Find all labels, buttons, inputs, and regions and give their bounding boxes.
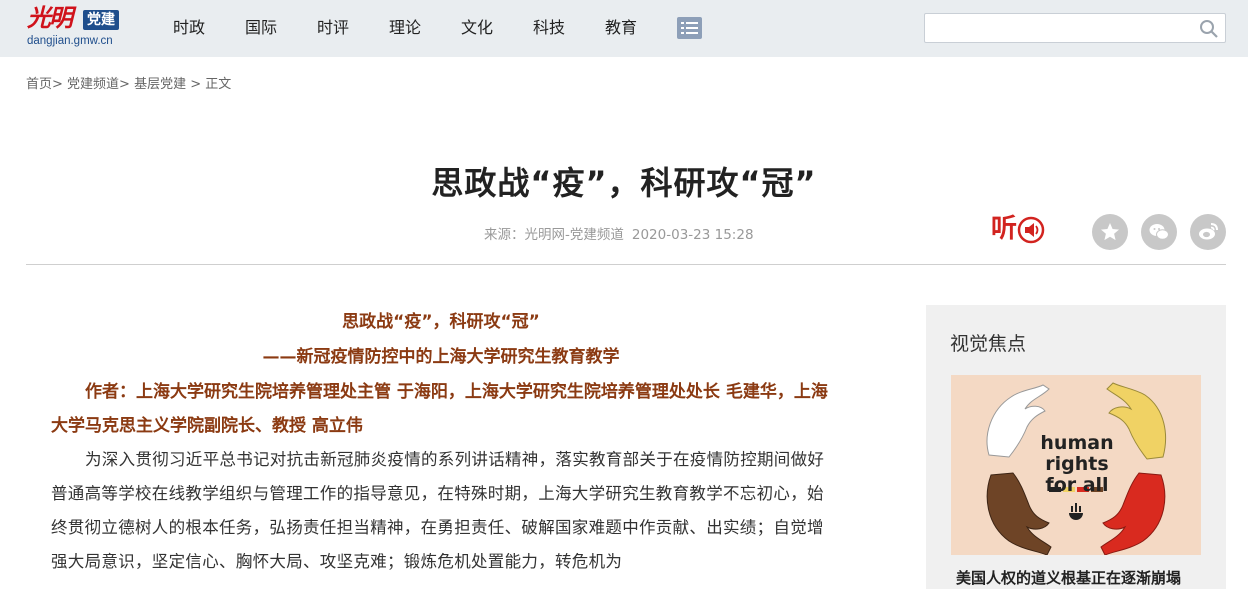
weibo-share-button[interactable] (1190, 214, 1226, 250)
article-meta: 来源：光明网-党建频道 2020-03-23 15:28 (484, 223, 754, 243)
article-subtitle-secondary: ——新冠疫情防控中的上海大学研究生教育教学 (262, 347, 620, 367)
focus-image[interactable]: human rights for all (951, 375, 1201, 555)
speaker-icon (1017, 216, 1045, 244)
weibo-icon (1199, 223, 1218, 240)
article-authors: 作者：上海大学研究生院培养管理处主管 于海阳，上海大学研究生院培养管理处处长 毛… (51, 382, 828, 436)
nav-item-education[interactable]: 教育 (605, 0, 677, 57)
focus-image-text: human rights for all (1037, 433, 1117, 496)
logo-brush-text: 光明 (27, 3, 73, 32)
image-text-line: human (1040, 432, 1114, 454)
nav-item-international[interactable]: 国际 (245, 0, 317, 57)
article-source[interactable]: 来源：光明网-党建频道 (484, 227, 624, 243)
search-input[interactable] (931, 18, 1191, 38)
search-box (924, 13, 1226, 43)
wechat-share-button[interactable] (1141, 214, 1177, 250)
article-paragraph: 为深入贯彻习近平总书记对抗击新冠肺炎疫情的系列讲话精神，落实教育部关于在疫情防控… (51, 450, 825, 571)
breadcrumb: 首页> 党建频道> 基层党建 > 正文 (26, 73, 231, 92)
image-text-line: rights (1045, 453, 1109, 475)
nav-item-politics[interactable]: 时政 (173, 0, 245, 57)
breadcrumb-grassroots[interactable]: 基层党建 (134, 77, 186, 92)
search-icon[interactable] (1199, 19, 1219, 39)
article-body: 思政战“疫”，科研攻“冠” ——新冠疫情防控中的上海大学研究生教育教学 作者：上… (51, 305, 831, 579)
sidebar-title: 视觉焦点 (950, 333, 1027, 355)
nav-item-technology[interactable]: 科技 (533, 0, 605, 57)
logo-domain: dangjian.gmw.cn (27, 35, 113, 47)
breadcrumb-separator: > (190, 77, 202, 92)
share-icon (1101, 223, 1119, 241)
breadcrumb-party-channel[interactable]: 党建频道> (67, 77, 130, 92)
focus-caption-link[interactable]: 美国人权的道义根基正在逐渐崩塌 (956, 567, 1181, 588)
wechat-icon (1149, 224, 1169, 240)
article-title: 思政战“疫”，科研攻“冠” (431, 164, 817, 202)
breadcrumb-current: 正文 (205, 77, 232, 92)
main-nav: 时政 国际 时评 理论 文化 科技 教育 (173, 0, 677, 57)
site-logo[interactable]: 光明 党建 dangjian.gmw.cn (27, 4, 132, 50)
article-date: 2020-03-23 15:28 (631, 227, 754, 243)
nav-item-culture[interactable]: 文化 (461, 0, 533, 57)
article-subtitle: 思政战“疫”，科研攻“冠” (342, 312, 540, 332)
menu-button[interactable] (677, 17, 702, 39)
header-divider (26, 264, 1226, 265)
nav-item-commentary[interactable]: 时评 (317, 0, 389, 57)
list-menu-icon (681, 22, 698, 34)
image-text-line: for all (1045, 474, 1109, 496)
nav-item-theory[interactable]: 理论 (389, 0, 461, 57)
breadcrumb-home[interactable]: 首页> (26, 77, 63, 92)
listen-label: 听 (991, 214, 1018, 244)
visual-focus-sidebar: 视觉焦点 human rights for all 美国人权的道义根基正在逐渐崩… (926, 305, 1226, 589)
share-button[interactable] (1092, 214, 1128, 250)
logo-badge: 党建 (83, 10, 119, 30)
top-nav-bar: 光明 党建 dangjian.gmw.cn 时政 国际 时评 理论 文化 科技 … (0, 0, 1248, 57)
